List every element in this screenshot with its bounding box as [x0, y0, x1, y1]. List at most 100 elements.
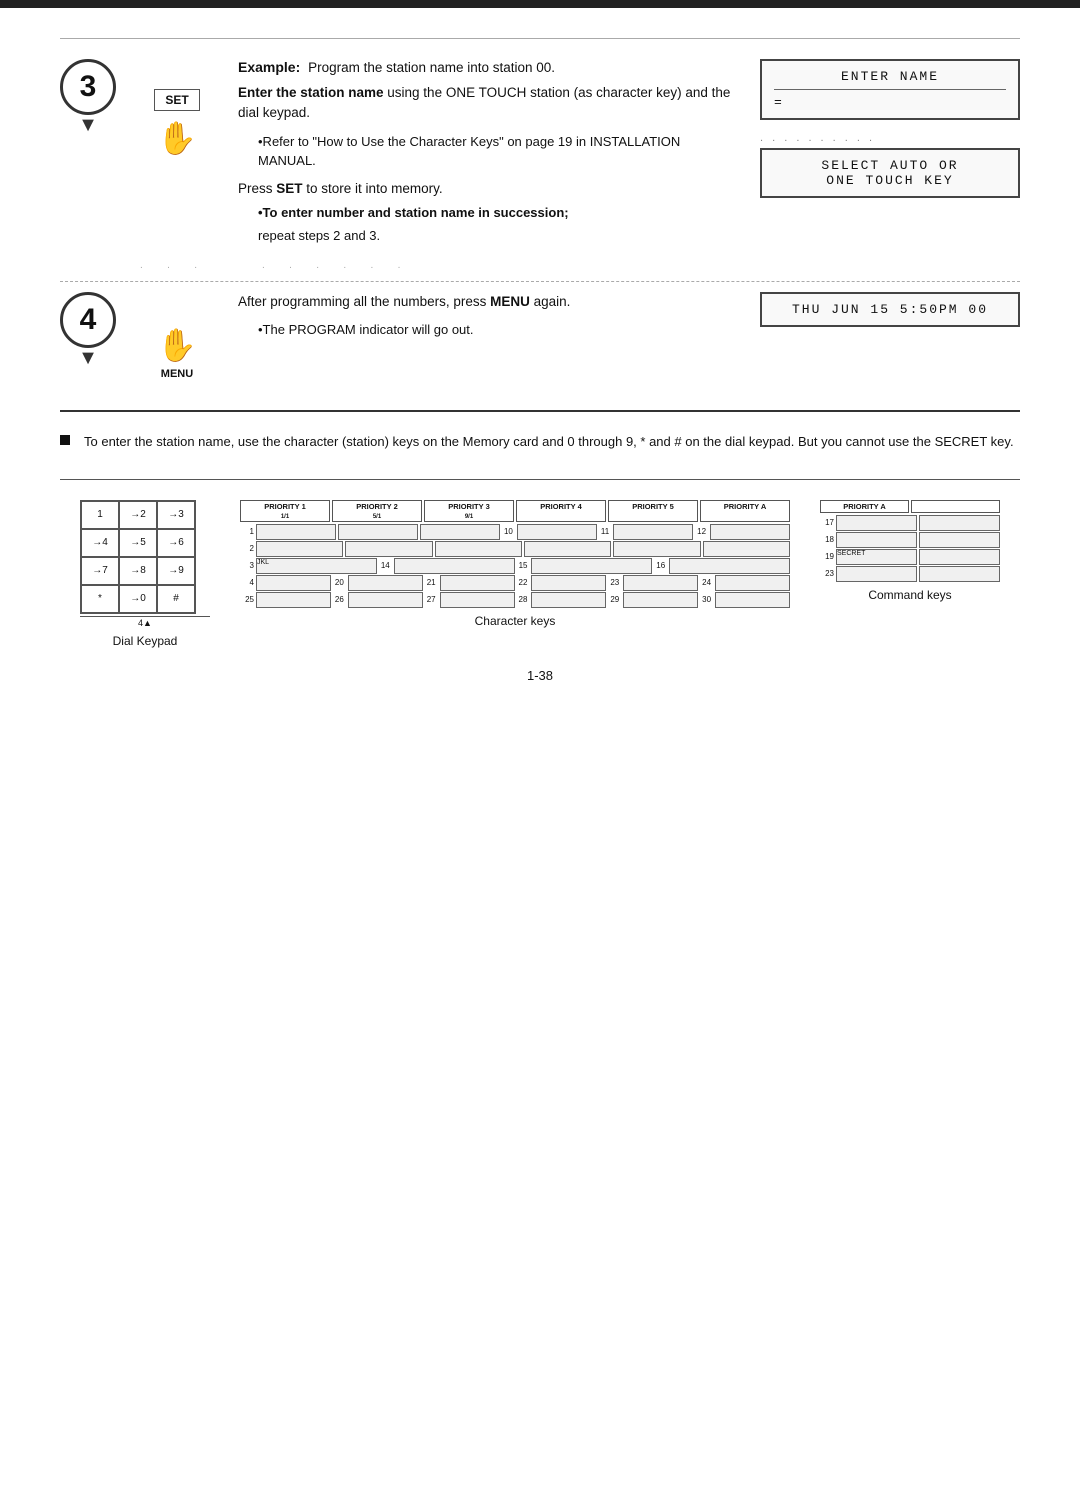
keypad-section: 1 →2 →3 →4 →5 →6 →7 →8 →9 * →0 # [60, 500, 1020, 648]
priority2-header: PRIORITY 25/1 [332, 500, 422, 522]
num-29: 29 [608, 595, 621, 604]
char-key-1-1 [256, 524, 336, 540]
row-num-2: 2 [240, 544, 254, 553]
char-row-4: 4 20 21 22 23 24 [240, 575, 790, 591]
key-7: →7 [81, 557, 119, 585]
num-21: 21 [425, 578, 438, 587]
square-bullet [60, 435, 70, 445]
dot-separator: . . . . . . . . . . [760, 132, 875, 144]
note-section: To enter the station name, use the chara… [60, 432, 1020, 469]
num-28: 28 [517, 595, 530, 604]
cmd-row-3: 19 SECRET [820, 549, 1000, 565]
char-row-3: 3 JKL 14 15 16 [240, 558, 790, 574]
cmd-row-2: 18 [820, 532, 1000, 548]
key-hash: # [157, 585, 195, 613]
example-label: Example: Program the station name into s… [238, 59, 740, 75]
key-3: →3 [157, 501, 195, 529]
char-key-3-2 [394, 558, 515, 574]
note-text: To enter the station name, use the chara… [84, 432, 1014, 453]
row-num-25: 25 [240, 595, 254, 604]
display-time: THU JUN 15 5:50PM 00 [760, 292, 1020, 327]
row-num-4: 4 [240, 578, 254, 587]
key-9: →9 [157, 557, 195, 585]
step4-circle: 4 [60, 292, 116, 348]
key-5: →5 [119, 529, 157, 557]
priority4-header: PRIORITY 4 [516, 500, 606, 522]
char-key-5-5 [623, 592, 698, 608]
step4-icon-wrap: ✋ MENU [132, 292, 222, 380]
char-row-2: 2 [240, 541, 790, 557]
display-select-line1: SELECT AUTO OR [774, 158, 1006, 173]
char-key-3-3 [531, 558, 652, 574]
num-10: 10 [502, 527, 515, 536]
char-key-5-3 [440, 592, 515, 608]
step3-display-area: ENTER NAME = . . . . . . . . . . SELECT … [760, 59, 1020, 206]
step3-bullet1: •Refer to "How to Use the Character Keys… [258, 132, 740, 171]
priorityA-header: PRIORITY A [700, 500, 790, 522]
key-1: 1 [81, 501, 119, 529]
char-key-1-6 [710, 524, 790, 540]
char-row-5: 25 26 27 28 29 30 [240, 592, 790, 608]
dial-keypad-wrap: 1 →2 →3 →4 →5 →6 →7 →8 →9 * →0 # [80, 500, 210, 648]
dial-keypad-label: Dial Keypad [80, 634, 210, 648]
step4-arrow: ▼ [78, 348, 98, 368]
note-row: To enter the station name, use the chara… [60, 432, 1020, 453]
num-20: 20 [333, 578, 346, 587]
char-key-2-3 [435, 541, 522, 557]
char-key-5-2 [348, 592, 423, 608]
character-keys-label: Character keys [240, 614, 790, 628]
char-key-5-4 [531, 592, 606, 608]
command-keys-label: Command keys [820, 588, 1000, 602]
key-0: →0 [119, 585, 157, 613]
step3-number-wrap: 3 ▼ [60, 59, 116, 135]
cmd-btn-18-2 [919, 532, 1000, 548]
main-divider [60, 410, 1020, 412]
set-box: SET [154, 89, 199, 111]
char-key-1-2 [338, 524, 418, 540]
cmd-btn-19-2 [919, 549, 1000, 565]
step4-instruction1: After programming all the numbers, press… [238, 292, 740, 312]
cmd-num-19: 19 [820, 552, 834, 561]
char-key-2-2 [345, 541, 432, 557]
num-14: 14 [379, 561, 392, 570]
char-key-2-4 [524, 541, 611, 557]
dot-row: . . . . . . . . . [140, 260, 1020, 271]
step4-numeral: 4 [80, 303, 97, 337]
step3-sub-bullet2: repeat steps 2 and 3. [258, 226, 740, 246]
char-key-4-6 [715, 575, 790, 591]
num-27: 27 [425, 595, 438, 604]
display-enter-name: ENTER NAME = [760, 59, 1020, 120]
step4-bullet1: •The PROGRAM indicator will go out. [258, 320, 740, 340]
cmd-btn-19-1: SECRET [836, 549, 917, 565]
char-key-1-5 [613, 524, 693, 540]
step4-section: 4 ▼ ✋ MENU After programming all the num… [60, 281, 1020, 380]
num-11: 11 [599, 527, 611, 536]
key-4: →4 [81, 529, 119, 557]
char-key-3-1: JKL [256, 558, 377, 574]
step4-number-wrap: 4 ▼ [60, 292, 116, 368]
page-number: 1-38 [60, 668, 1020, 683]
char-key-1-4 [517, 524, 597, 540]
display-line1: ENTER NAME [774, 69, 1006, 84]
row-num-1: 1 [240, 527, 254, 536]
cmd-btn-18-1 [836, 532, 917, 548]
char-key-2-6 [703, 541, 790, 557]
note-divider [60, 479, 1020, 480]
char-key-1-3 [420, 524, 500, 540]
key-star: * [81, 585, 119, 613]
top-bar [0, 0, 1080, 8]
char-row-1: 1 10 11 12 [240, 524, 790, 540]
command-keys-wrap: PRIORITY A 17 18 19 SECRET 23 [820, 500, 1000, 602]
char-key-4-2 [348, 575, 423, 591]
keypad-row-1: 1 →2 →3 [81, 501, 195, 529]
step3-section: 3 ▼ SET ✋ Example: Program the station n… [60, 38, 1020, 250]
keypad-row-4: * →0 # [81, 585, 195, 613]
num-26: 26 [333, 595, 346, 604]
keypad-bottom-label: 4▲ [80, 616, 210, 628]
cmd-col-headers: PRIORITY A [820, 500, 1000, 513]
char-key-5-6 [715, 592, 790, 608]
cmd-col2-header [911, 500, 1000, 513]
key-2: →2 [119, 501, 157, 529]
display-time-line: THU JUN 15 5:50PM 00 [774, 302, 1006, 317]
hand-icon-step3: ✋ [154, 119, 199, 157]
